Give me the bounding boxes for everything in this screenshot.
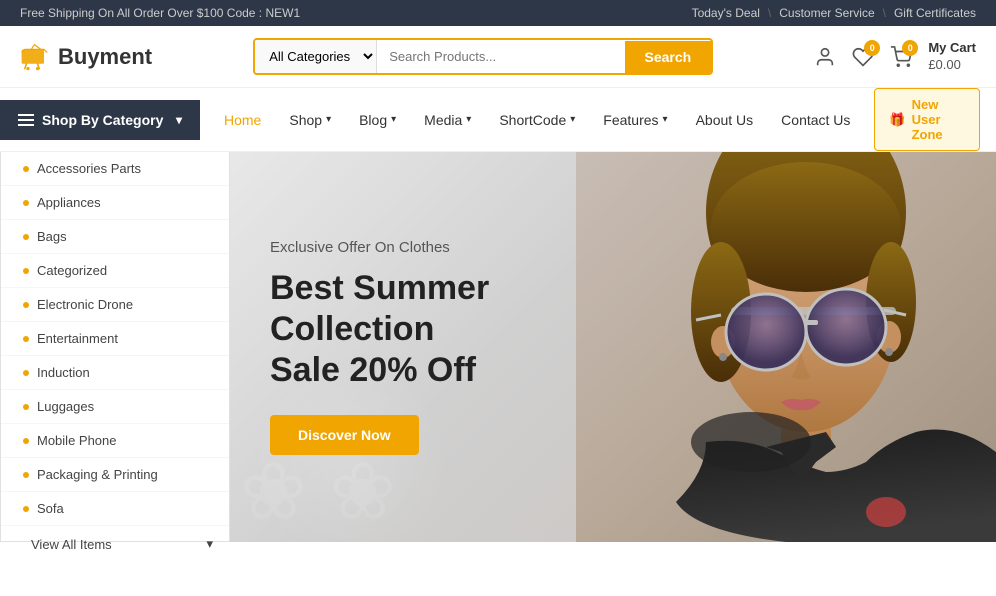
hamburger-icon (18, 114, 34, 126)
chevron-down-icon: ▾ (466, 114, 471, 125)
bullet-icon (23, 370, 29, 376)
bullet-icon (23, 302, 29, 308)
model-svg (576, 152, 996, 542)
nav-home[interactable]: Home (210, 100, 275, 140)
bullet-icon (23, 472, 29, 478)
nav-links: Home Shop ▾ Blog ▾ Media ▾ ShortCode ▾ F… (200, 100, 874, 140)
category-electronic-drone[interactable]: Electronic Drone (1, 288, 229, 322)
nav-media[interactable]: Media ▾ (410, 100, 485, 140)
shop-by-category-button[interactable]: Shop By Category ▾ (0, 100, 200, 140)
search-input[interactable] (377, 41, 624, 72)
search-button[interactable]: Search (625, 41, 712, 73)
bullet-icon (23, 336, 29, 342)
category-induction[interactable]: Induction (1, 356, 229, 390)
category-sofa[interactable]: Sofa (1, 492, 229, 526)
nav-shortcode[interactable]: ShortCode ▾ (485, 100, 589, 140)
hero-title-line2: Sale 20% Off (270, 351, 476, 389)
hero-subtitle: Exclusive Offer On Clothes (270, 239, 590, 256)
shipping-text: Free Shipping On All Order Over $100 Cod… (20, 6, 300, 20)
gift-certificates-link[interactable]: Gift Certificates (894, 6, 976, 20)
chevron-down-icon: ▾ (663, 114, 668, 125)
category-categorized[interactable]: Categorized (1, 254, 229, 288)
bullet-icon (23, 234, 29, 240)
nav-features[interactable]: Features ▾ (589, 100, 681, 140)
discover-now-button[interactable]: Discover Now (270, 415, 419, 455)
category-bags[interactable]: Bags (1, 220, 229, 254)
hero-banner: ❀ ❀ Exclusive Offer On Clothes Best Summ… (230, 152, 996, 542)
bullet-icon (23, 268, 29, 274)
chevron-down-icon: ▾ (570, 114, 575, 125)
wishlist-badge: 0 (864, 40, 880, 56)
account-button[interactable] (814, 46, 836, 68)
chevron-down-icon: ▾ (206, 536, 213, 552)
customer-service-link[interactable]: Customer Service (779, 6, 874, 20)
category-entertainment[interactable]: Entertainment (1, 322, 229, 356)
chevron-down-icon: ▾ (391, 114, 396, 125)
chevron-down-icon: ▾ (326, 114, 331, 125)
cart-price: £0.00 (928, 57, 976, 74)
top-bar: Free Shipping On All Order Over $100 Cod… (0, 0, 996, 26)
new-user-zone-label: New User Zone (912, 97, 965, 142)
logo-cart-icon (20, 43, 52, 71)
bullet-icon (23, 166, 29, 172)
top-bar-right: Today's Deal \ Customer Service \ Gift C… (692, 6, 976, 20)
cart-info: My Cart £0.00 (928, 40, 976, 74)
todays-deal-link[interactable]: Today's Deal (692, 6, 760, 20)
new-user-zone-button[interactable]: 🎁 New User Zone (874, 88, 980, 151)
chevron-down-icon: ▾ (176, 113, 182, 127)
header: Buyment All Categories Search 0 (0, 26, 996, 88)
bullet-icon (23, 200, 29, 206)
category-packaging[interactable]: Packaging & Printing (1, 458, 229, 492)
nav-blog[interactable]: Blog ▾ (345, 100, 410, 140)
navbar: Shop By Category ▾ Home Shop ▾ Blog ▾ Me… (0, 88, 996, 152)
logo[interactable]: Buyment (20, 43, 152, 71)
search-bar: All Categories Search (253, 38, 713, 75)
shop-by-category-label: Shop By Category (42, 112, 163, 128)
model-image (576, 152, 996, 542)
category-select[interactable]: All Categories (255, 40, 377, 73)
nav-shop[interactable]: Shop ▾ (275, 100, 345, 140)
category-accessories[interactable]: Accessories Parts (1, 152, 229, 186)
bullet-icon (23, 506, 29, 512)
category-mobile-phone[interactable]: Mobile Phone (1, 424, 229, 458)
hero-title: Best Summer Collection Sale 20% Off (270, 268, 590, 390)
bullet-icon (23, 438, 29, 444)
bullet-icon (23, 404, 29, 410)
nav-about[interactable]: About Us (682, 100, 768, 140)
account-icon (814, 46, 836, 68)
cart-label: My Cart (928, 40, 976, 57)
view-all-items[interactable]: View All Items ▾ (1, 526, 229, 562)
category-panel: Accessories Parts Appliances Bags Catego… (0, 152, 230, 542)
category-luggages[interactable]: Luggages (1, 390, 229, 424)
hero-title-line1: Best Summer Collection (270, 269, 489, 348)
wishlist-button[interactable]: 0 (852, 46, 874, 68)
category-appliances[interactable]: Appliances (1, 186, 229, 220)
cart-badge: 0 (902, 40, 918, 56)
main-content: Accessories Parts Appliances Bags Catego… (0, 152, 996, 542)
cart-button[interactable]: 0 (890, 46, 912, 68)
header-right: 0 0 My Cart £0.00 (814, 40, 976, 74)
nav-contact[interactable]: Contact Us (767, 100, 864, 140)
gift-icon: 🎁 (889, 112, 905, 128)
logo-text: Buyment (58, 44, 152, 70)
hero-text: Exclusive Offer On Clothes Best Summer C… (230, 199, 630, 494)
